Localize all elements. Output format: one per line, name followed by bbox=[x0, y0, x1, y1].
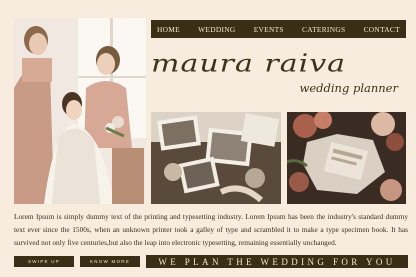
brand-subtitle: wedding planner bbox=[299, 81, 399, 95]
nav-item-contact[interactable]: CONTACT bbox=[364, 25, 400, 34]
brand-name: maura raiva bbox=[151, 50, 347, 78]
swipe-up-button[interactable]: SWIPE UP bbox=[14, 256, 74, 267]
wedding-planner-page: HOME WEDDING EVENTS CATERINGS CONTACT ma… bbox=[0, 0, 416, 277]
nav-item-home[interactable]: HOME bbox=[157, 25, 180, 34]
roses-cards-photo bbox=[287, 112, 406, 204]
brand-logo: maura raiva wedding planner bbox=[151, 50, 406, 100]
tagline-banner: WE PLAN THE WEDDING FOR YOU bbox=[146, 255, 408, 268]
nav-item-events[interactable]: EVENTS bbox=[254, 25, 284, 34]
memories-photo bbox=[151, 112, 281, 204]
know-more-button[interactable]: KNOW MORE bbox=[80, 256, 140, 267]
intro-paragraph: Lorem Ipsum is simply dummy text of the … bbox=[14, 212, 408, 247]
nav-item-wedding[interactable]: WEDDING bbox=[198, 25, 235, 34]
main-nav: HOME WEDDING EVENTS CATERINGS CONTACT bbox=[151, 20, 406, 38]
nav-item-caterings[interactable]: CATERINGS bbox=[302, 25, 345, 34]
hero-bridesmaids-image bbox=[14, 18, 146, 204]
